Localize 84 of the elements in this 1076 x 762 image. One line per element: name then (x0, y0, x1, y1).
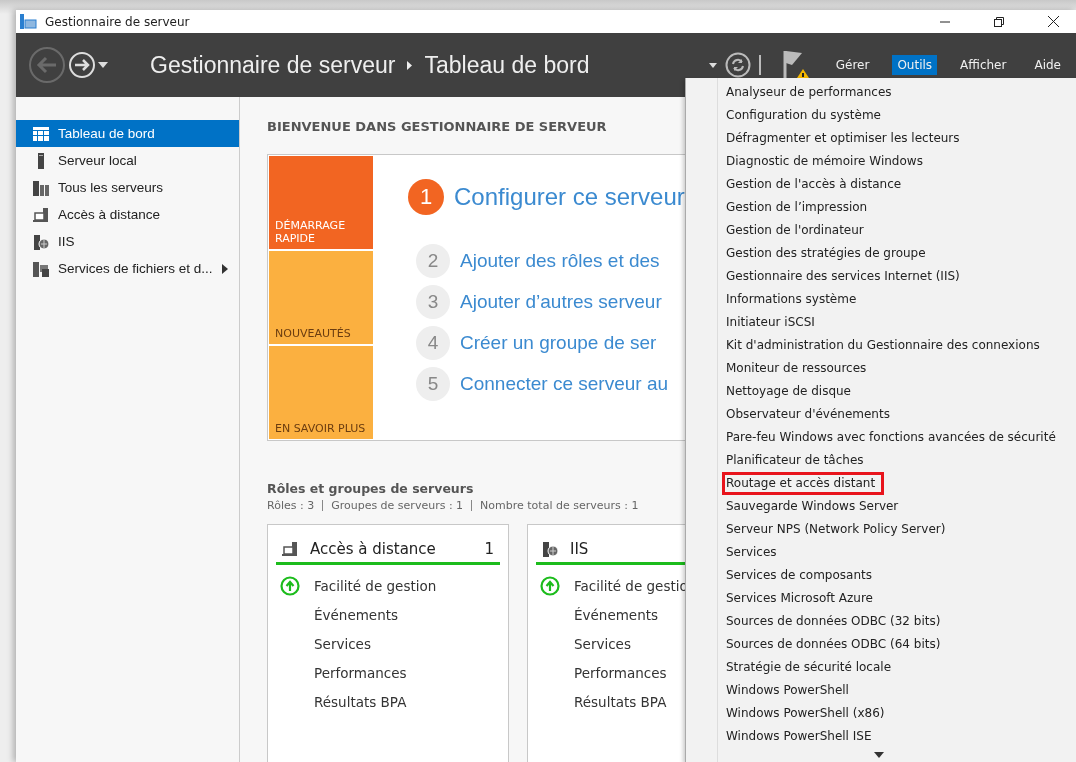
step-link[interactable]: 3 Ajouter d’autres serveur (416, 285, 685, 319)
menu-item[interactable]: Kit d'administration du Gestionnaire des connexions (722, 334, 1044, 357)
sidebar-item[interactable]: IIS (16, 228, 239, 255)
menu-item[interactable]: Gestion de l'ordinateur (722, 219, 868, 242)
restore-icon (994, 16, 1004, 27)
remote-server-icon (33, 206, 49, 223)
step-link[interactable]: 1 Configurer ce serveur (408, 179, 685, 215)
menu-item[interactable]: Aide (1029, 55, 1066, 75)
caret-icon[interactable] (98, 62, 108, 68)
scroll-down-arrow-icon[interactable] (874, 752, 884, 758)
file-server-icon (33, 260, 49, 277)
card-title[interactable]: Accès à distance (310, 539, 473, 558)
menu-item[interactable]: Windows PowerShell ISE (722, 725, 876, 748)
menu-item[interactable]: Outils (892, 55, 938, 75)
sidebar-item[interactable]: Services de fichiers et d... (16, 255, 239, 282)
sidebar-item[interactable]: Serveur local (16, 147, 239, 174)
menu-item[interactable]: Sources de données ODBC (32 bits) (722, 610, 945, 633)
menu-item[interactable]: Observateur d'événements (722, 403, 894, 426)
roles-heading: Rôles et groupes de serveurs (267, 481, 474, 496)
sidebar-item[interactable]: Tableau de bord (16, 120, 239, 147)
status-link[interactable]: Services (314, 635, 371, 652)
role-stat: Rôles : 3 (267, 499, 315, 512)
status-link[interactable]: Résultats BPA (314, 693, 407, 710)
step-link[interactable]: 2 Ajouter des rôles et des (416, 244, 685, 278)
status-up-icon (540, 575, 560, 596)
menu-item[interactable]: Gérer (830, 55, 875, 75)
menu-item[interactable]: Pare-feu Windows avec fonctions avancées de sécurité (722, 426, 1060, 449)
status-link[interactable]: Performances (574, 664, 667, 681)
status-link[interactable]: Événements (314, 606, 399, 623)
menu-item[interactable]: Défragmenter et optimiser les lecteurs (722, 127, 964, 150)
menu-item[interactable]: Windows PowerShell (722, 679, 853, 702)
menu-item[interactable]: Services de composants (722, 564, 876, 587)
role-stat: Nombre total de serveurs : 1 (480, 499, 639, 512)
welcome-heading: BIENVENUE DANS GESTIONNAIRE DE SERVEUR (267, 119, 607, 134)
menu-item[interactable]: Planificateur de tâches (722, 449, 868, 472)
menu-item[interactable]: Configuration du système (722, 104, 885, 127)
status-link[interactable]: Performances (314, 664, 407, 681)
menu-item[interactable]: Informations système (722, 288, 861, 311)
window-title: Gestionnaire de serveur (45, 14, 191, 29)
menu-item[interactable]: Sauvegarde Windows Server (722, 495, 903, 518)
menu-item[interactable]: Services (722, 541, 781, 564)
menu-item[interactable]: Gestion de l'accès à distance (722, 173, 906, 196)
menu-item[interactable]: Initiateur iSCSI (722, 311, 819, 334)
status-link[interactable]: Services (574, 635, 631, 652)
menu-item[interactable]: Afficher (955, 55, 1012, 75)
menu-item[interactable]: Sources de données ODBC (64 bits) (722, 633, 945, 656)
menu-item[interactable]: Nettoyage de disque (722, 380, 855, 403)
remote-server-icon (282, 540, 298, 557)
status-up-icon (280, 575, 300, 596)
menu-item[interactable]: Gestion des stratégies de groupe (722, 242, 930, 265)
iis-server-icon (542, 540, 558, 557)
status-link[interactable]: Facilité de gestion (314, 577, 437, 594)
submenu-arrow-icon (221, 263, 228, 274)
menu-item[interactable]: Moniteur de ressources (722, 357, 871, 380)
menu-item[interactable]: Stratégie de sécurité locale (722, 656, 895, 679)
page-title: Tableau de bord (424, 51, 590, 79)
forward-button[interactable] (68, 51, 96, 79)
breadcrumb-arrow-icon (407, 60, 413, 70)
iis-server-icon (33, 233, 49, 250)
dashboard-icon (33, 125, 49, 142)
status-link[interactable]: Résultats BPA (574, 693, 667, 710)
menu-item[interactable]: Analyseur de performances (722, 81, 896, 104)
menu-item[interactable]: Windows PowerShell (x86) (722, 702, 889, 725)
tile-tab[interactable]: NOUVEAUTÉS (269, 251, 373, 344)
tile-tab[interactable]: EN SAVOIR PLUS (269, 346, 373, 439)
server-manager-icon (20, 14, 37, 29)
sidebar-item[interactable]: Tous les serveurs (16, 174, 239, 201)
servers-icon (33, 179, 49, 196)
status-link[interactable]: Événements (574, 606, 659, 623)
menu-item[interactable]: Gestionnaire des services Internet (IIS) (722, 265, 964, 288)
card-count: 1 (484, 539, 494, 558)
step-link[interactable]: 4 Créer un groupe de ser (416, 326, 685, 360)
step-link[interactable]: 5 Connecter ce serveur au (416, 367, 685, 401)
role-stat: Groupes de serveurs : 1 (331, 499, 464, 512)
refresh-button[interactable] (724, 52, 751, 78)
menu-item[interactable]: Diagnostic de mémoire Windows (722, 150, 927, 173)
menu-item[interactable]: Routage et accès distant (722, 472, 884, 495)
menu-item[interactable]: Services Microsoft Azure (722, 587, 877, 610)
close-icon (1047, 16, 1059, 27)
caret-icon[interactable] (708, 62, 717, 68)
sidebar-item[interactable]: Accès à distance (16, 201, 239, 228)
app-title: Gestionnaire de serveur (150, 51, 396, 79)
menu-item[interactable]: Gestion de l’impression (722, 196, 872, 219)
menu-item[interactable]: Serveur NPS (Network Policy Server) (722, 518, 950, 541)
